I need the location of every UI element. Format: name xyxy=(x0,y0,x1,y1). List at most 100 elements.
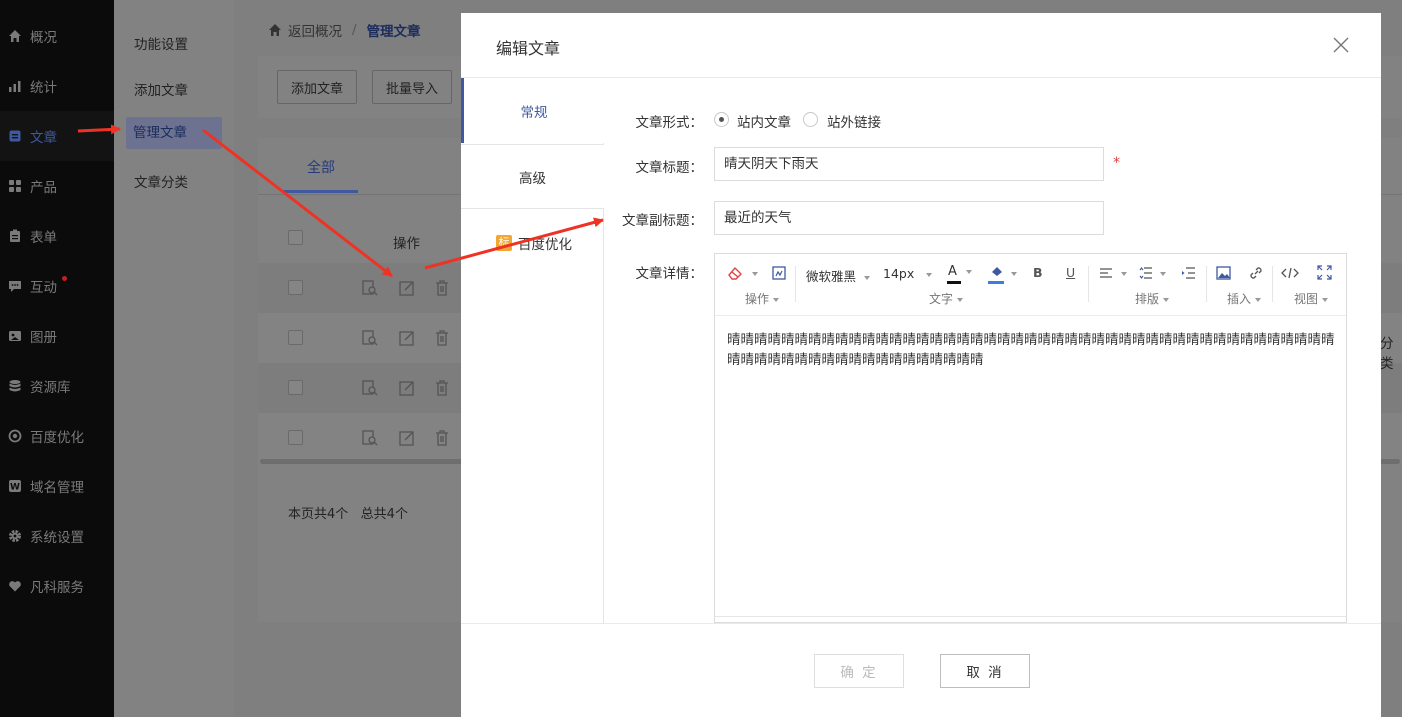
modal-footer: 确 定 取 消 xyxy=(461,623,1381,717)
row-checkbox[interactable] xyxy=(288,280,303,295)
svg-text:W: W xyxy=(10,483,20,493)
subnav-item-manage[interactable]: 管理文章 xyxy=(126,117,222,149)
nav-item-service[interactable]: 凡科服务 xyxy=(0,561,114,611)
nav-item-overview[interactable]: 概况 xyxy=(0,11,114,61)
nav-item-stats[interactable]: 统计 xyxy=(0,61,114,111)
nav-item-article[interactable]: 文章 xyxy=(0,111,114,161)
align-icon[interactable] xyxy=(1099,266,1113,280)
tab-seo[interactable]: 标 百度优化 xyxy=(461,210,604,275)
nav-item-label: 资源库 xyxy=(30,380,71,396)
tab-advanced[interactable]: 高级 xyxy=(461,144,604,209)
group-insert-label: 插入 xyxy=(1227,292,1252,306)
indent-icon[interactable] xyxy=(1181,266,1196,280)
column-header-action: 操作 xyxy=(393,236,420,252)
group-layout[interactable]: 排版 xyxy=(1135,290,1170,307)
tab-all[interactable]: 全部 xyxy=(307,157,335,177)
eraser-icon[interactable] xyxy=(727,265,743,281)
edit-icon[interactable] xyxy=(398,379,416,397)
nav-item-form[interactable]: 表单 xyxy=(0,211,114,261)
nav-item-label: 域名管理 xyxy=(30,480,84,496)
select-all-checkbox[interactable] xyxy=(288,230,303,245)
preview-icon[interactable] xyxy=(361,429,379,447)
link-icon[interactable] xyxy=(1248,265,1264,281)
add-article-button[interactable]: 添加文章 xyxy=(277,70,357,104)
subnav-item-add[interactable]: 添加文章 xyxy=(134,79,188,99)
chevron-down-icon xyxy=(864,275,871,280)
preview-icon[interactable] xyxy=(361,279,379,297)
bold-button[interactable]: B xyxy=(1033,265,1043,280)
subnav-item-settings[interactable]: 功能设置 xyxy=(134,33,188,53)
nav-item-seo[interactable]: 百度优化 xyxy=(0,411,114,461)
chevron-down-icon[interactable] xyxy=(752,272,758,276)
group-operate[interactable]: 操作 xyxy=(745,290,780,307)
nav-item-settings[interactable]: 系统设置 xyxy=(0,511,114,561)
chevron-down-icon[interactable] xyxy=(1121,272,1127,276)
image-icon[interactable] xyxy=(1216,266,1231,280)
font-color-button[interactable]: A xyxy=(948,264,972,279)
nav-item-label: 系统设置 xyxy=(30,530,84,546)
breadcrumb-separator: / xyxy=(352,22,357,38)
gear-icon xyxy=(8,529,22,543)
delete-icon[interactable] xyxy=(433,379,451,397)
group-text[interactable]: 文字 xyxy=(929,290,964,307)
fullscreen-icon[interactable] xyxy=(1317,265,1332,280)
group-insert[interactable]: 插入 xyxy=(1227,290,1262,307)
fill-color-icon[interactable] xyxy=(989,265,1005,279)
batch-import-button[interactable]: 批量导入 xyxy=(372,70,452,104)
pagination-summary: 本页共4个 总共4个 xyxy=(288,507,408,522)
edit-icon[interactable] xyxy=(398,429,416,447)
delete-icon[interactable] xyxy=(433,429,451,447)
cancel-button[interactable]: 取 消 xyxy=(940,654,1030,688)
title-input[interactable]: 晴天阴天下雨天 xyxy=(714,147,1104,181)
radio-internal-label[interactable]: 站内文章 xyxy=(737,111,791,131)
edit-icon[interactable] xyxy=(398,279,416,297)
editor-content[interactable]: 晴晴晴晴晴晴晴晴晴晴晴晴晴晴晴晴晴晴晴晴晴晴晴晴晴晴晴晴晴晴晴晴晴晴晴晴晴晴晴晴… xyxy=(727,328,1346,368)
nav-item-domain[interactable]: W 域名管理 xyxy=(0,461,114,511)
close-icon[interactable] xyxy=(1331,35,1351,55)
subtitle-input[interactable]: 最近的天气 xyxy=(714,201,1104,235)
delete-icon[interactable] xyxy=(433,329,451,347)
target-icon xyxy=(8,429,22,443)
delete-icon[interactable] xyxy=(433,279,451,297)
row-checkbox[interactable] xyxy=(288,430,303,445)
article-icon xyxy=(8,129,22,143)
code-view-icon[interactable] xyxy=(1281,266,1299,280)
edit-icon[interactable] xyxy=(398,329,416,347)
chevron-down-icon[interactable] xyxy=(1011,272,1017,276)
rich-text-editor: 操作 微软雅黑 14px A B U 文字 排版 插入 视图 晴晴晴晴晴晴晴晴晴… xyxy=(714,253,1347,623)
format-paint-icon[interactable] xyxy=(771,265,787,281)
font-size-select[interactable]: 14px xyxy=(883,266,933,281)
nav-item-gallery[interactable]: 图册 xyxy=(0,311,114,361)
nav-item-label: 图册 xyxy=(30,330,57,346)
chevron-down-icon xyxy=(773,297,780,302)
gallery-icon xyxy=(8,329,22,343)
row-checkbox[interactable] xyxy=(288,380,303,395)
chevron-down-icon xyxy=(957,297,964,302)
chat-icon xyxy=(8,279,22,293)
line-height-icon[interactable] xyxy=(1139,266,1153,280)
underline-button[interactable]: U xyxy=(1066,265,1075,280)
nav-item-product[interactable]: 产品 xyxy=(0,161,114,211)
group-view[interactable]: 视图 xyxy=(1294,290,1329,307)
preview-icon[interactable] xyxy=(361,379,379,397)
editor-toolbar: 操作 微软雅黑 14px A B U 文字 排版 插入 视图 xyxy=(715,254,1346,316)
clipboard-icon xyxy=(8,229,22,243)
modal-title: 编辑文章 xyxy=(496,39,561,58)
confirm-button[interactable]: 确 定 xyxy=(814,654,904,688)
nav-item-interaction[interactable]: 互动 xyxy=(0,261,114,311)
radio-external[interactable] xyxy=(803,112,818,127)
radio-internal[interactable] xyxy=(714,112,729,127)
nav-item-label: 概况 xyxy=(30,30,57,46)
chevron-down-icon[interactable] xyxy=(1160,272,1166,276)
breadcrumb-back-link[interactable]: 返回概况 xyxy=(288,20,342,40)
fill-color-swatch xyxy=(988,281,1004,284)
preview-icon[interactable] xyxy=(361,329,379,347)
tab-general[interactable]: 常规 xyxy=(461,78,604,143)
font-family-select[interactable]: 微软雅黑 xyxy=(806,266,871,285)
subnav-item-category[interactable]: 文章分类 xyxy=(134,171,188,191)
nav-item-resources[interactable]: 资源库 xyxy=(0,361,114,411)
radio-external-label[interactable]: 站外链接 xyxy=(827,111,881,131)
font-color-glyph: A xyxy=(948,264,957,279)
article-subnav: 功能设置 添加文章 管理文章 文章分类 xyxy=(114,0,234,717)
row-checkbox[interactable] xyxy=(288,330,303,345)
